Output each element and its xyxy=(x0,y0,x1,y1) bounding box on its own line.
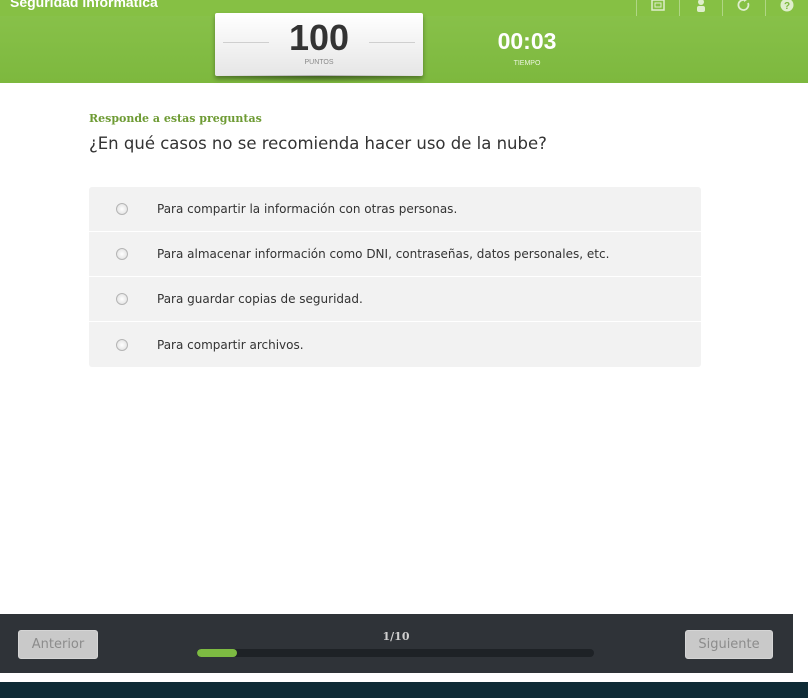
answer-option-label: Para compartir archivos. xyxy=(157,337,304,352)
previous-button[interactable]: Anterior xyxy=(18,630,98,659)
help-icon[interactable]: ? xyxy=(765,0,808,16)
answer-option-label: Para compartir la información con otras … xyxy=(157,202,458,216)
right-edge-strip xyxy=(793,614,808,673)
radio-button[interactable] xyxy=(116,293,128,305)
answer-option-label: Para guardar copias de seguridad. xyxy=(157,292,363,306)
bottom-dark-band xyxy=(0,682,808,698)
footer-bar: Anterior 1/10 Siguiente xyxy=(0,614,793,673)
score-label: PUNTOS xyxy=(304,59,334,66)
answer-options: Para compartir la información con otras … xyxy=(89,187,701,367)
answer-option-4[interactable]: Para compartir archivos. xyxy=(89,322,701,367)
svg-text:?: ? xyxy=(784,1,790,12)
question-text: ¿En qué casos no se recomienda hacer uso… xyxy=(89,134,547,153)
instruction-text: Responde a estas preguntas xyxy=(89,112,262,125)
score-card: 100 PUNTOS xyxy=(215,13,423,83)
timer-label: TIEMPO xyxy=(513,60,541,67)
radio-button[interactable] xyxy=(116,338,128,351)
score-value: 100 xyxy=(288,17,350,58)
timer-value: 00:03 xyxy=(497,28,557,54)
radio-button[interactable] xyxy=(116,248,128,260)
answer-option-2[interactable]: Para almacenar información como DNI, con… xyxy=(89,232,701,277)
answer-option-3[interactable]: Para guardar copias de seguridad. xyxy=(89,277,701,322)
header-icon-group: ? xyxy=(636,0,808,16)
reload-icon[interactable] xyxy=(722,0,765,16)
header-bar: Seguridad informática ? 100 PUNTOS 00:03… xyxy=(0,0,808,83)
users-icon[interactable] xyxy=(679,0,722,16)
answer-option-label: Para almacenar información como DNI, con… xyxy=(157,247,610,261)
next-button[interactable]: Siguiente xyxy=(685,630,773,659)
fullscreen-icon[interactable] xyxy=(636,0,679,16)
answer-option-1[interactable]: Para compartir la información con otras … xyxy=(89,187,701,232)
radio-button[interactable] xyxy=(116,203,128,215)
progress-bar-fill xyxy=(197,649,237,657)
progress-counter: 1/10 xyxy=(382,630,410,643)
app-title: Seguridad informática xyxy=(10,0,158,10)
progress-bar xyxy=(197,649,594,657)
